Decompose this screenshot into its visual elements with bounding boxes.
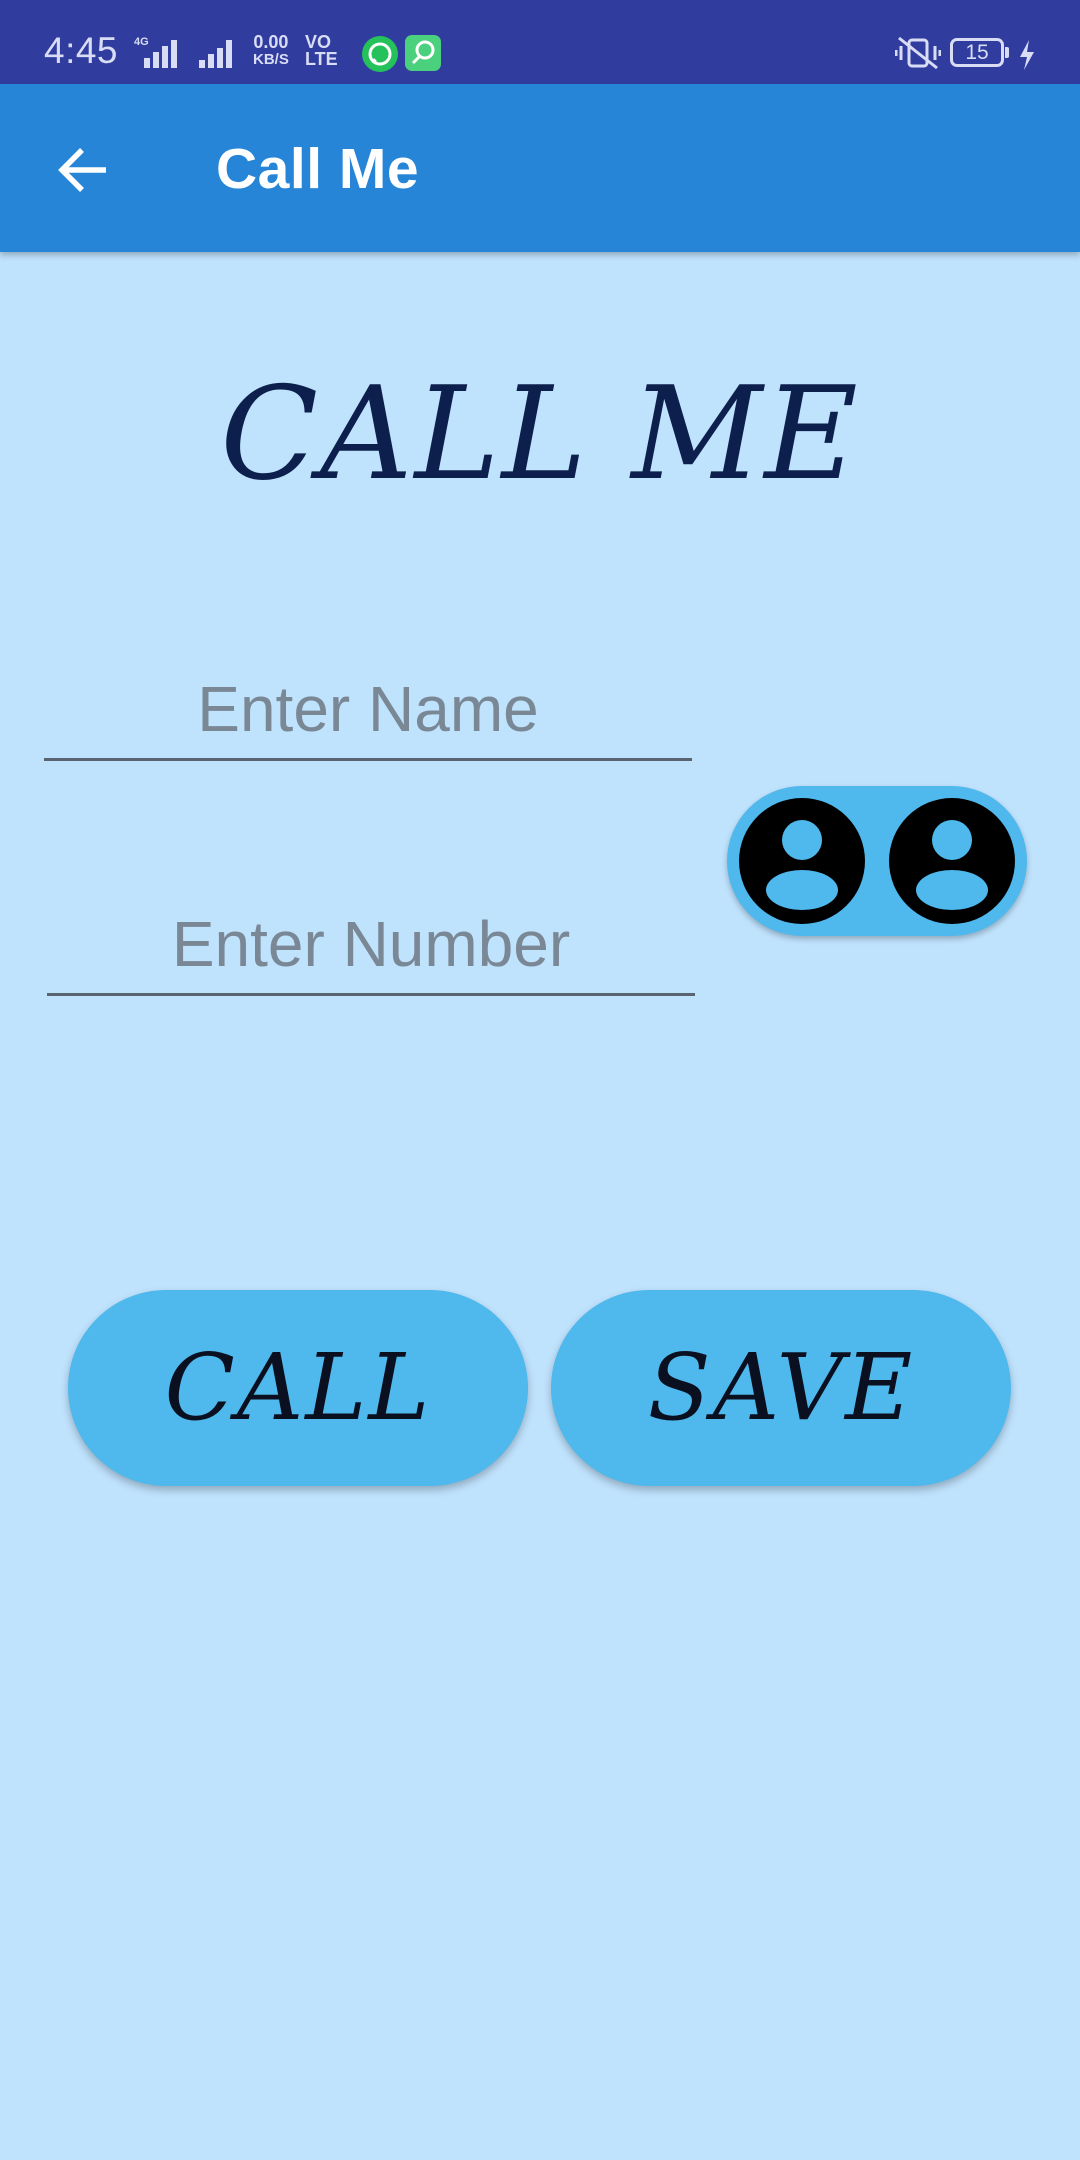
status-time: 4:45: [44, 30, 119, 71]
account-circle-icon: [889, 798, 1015, 924]
status-bar: 4:45 4G 0.00 KB/S VO LTE 15: [0, 0, 1080, 84]
battery-tip: [1005, 47, 1009, 58]
vibrate-icon: [895, 36, 941, 70]
charging-icon: [1020, 40, 1034, 70]
volte-bottom-label: LTE: [305, 49, 338, 69]
number-field: [47, 895, 695, 996]
whatsapp-icon: [362, 36, 398, 72]
name-field: [44, 660, 692, 761]
app-notification-icon: [405, 35, 441, 71]
app-bar: Call Me: [0, 84, 1080, 252]
save-button[interactable]: SAVE: [551, 1290, 1011, 1486]
page-heading: CALL ME: [220, 360, 860, 509]
call-me-screen: 4:45 4G 0.00 KB/S VO LTE 15 Call Me CALL…: [0, 0, 1080, 2160]
signal-icon-2: [199, 40, 232, 68]
call-button[interactable]: CALL: [68, 1290, 528, 1486]
contacts-button[interactable]: [727, 786, 1027, 936]
name-input[interactable]: [44, 660, 692, 758]
arrow-left-icon: [58, 148, 106, 192]
back-button[interactable]: [52, 138, 116, 202]
volte-indicator: VO LTE: [305, 33, 338, 69]
number-input[interactable]: [47, 895, 695, 993]
app-bar-title: Call Me: [216, 137, 420, 201]
battery-icon: 15: [950, 38, 1004, 67]
network-speed-value: 0.00: [253, 32, 289, 52]
account-circle-icon: [739, 798, 865, 924]
network-speed-unit: KB/S: [253, 51, 289, 68]
signal-icon: [144, 40, 177, 68]
network-speed: 0.00 KB/S: [253, 32, 289, 68]
